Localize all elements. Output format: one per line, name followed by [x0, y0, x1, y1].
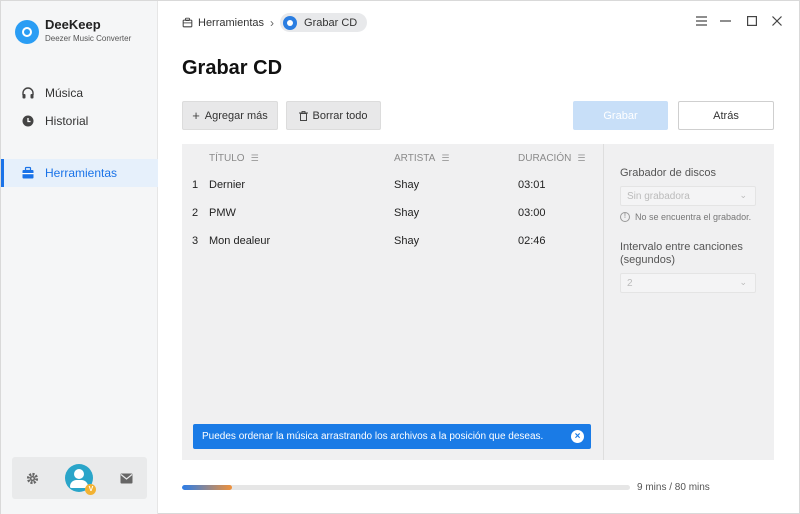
back-label: Atrás — [713, 109, 739, 122]
burn-label: Grabar — [603, 109, 638, 122]
interval-select-value: 2 — [627, 277, 633, 289]
column-header-label: ARTISTA — [394, 153, 436, 164]
chevron-down-icon: ⌄ — [739, 277, 747, 287]
row-number: 2 — [192, 207, 199, 219]
plus-icon: + — [192, 108, 200, 123]
brand: DeeKeep Deezer Music Converter — [15, 17, 131, 46]
row-number: 1 — [192, 179, 199, 191]
table-row[interactable]: 3 Mon dealeur Shay 02:46 — [182, 227, 602, 255]
burner-label: Grabador de discos — [620, 167, 716, 179]
clear-all-button[interactable]: Borrar todo — [286, 101, 381, 130]
menu-icon[interactable] — [694, 14, 708, 28]
interval-label: Intervalo entre canciones (segundos) — [620, 241, 743, 267]
sort-icon[interactable]: ☰ — [577, 153, 585, 164]
row-duration: 02:46 — [518, 235, 546, 247]
burner-warning: ! No se encuentra el grabador. — [620, 212, 751, 222]
gear-icon[interactable] — [25, 471, 39, 485]
sidebar: DeeKeep Deezer Music Converter Música Hi… — [1, 1, 158, 514]
table-row[interactable]: 2 PMW Shay 03:00 — [182, 199, 602, 227]
sidebar-item-label: Historial — [45, 114, 89, 128]
close-icon[interactable]: × — [571, 430, 584, 443]
row-duration: 03:01 — [518, 179, 546, 191]
app-subtitle: Deezer Music Converter — [45, 34, 132, 43]
back-button[interactable]: Atrás — [678, 101, 774, 130]
panel-divider — [603, 144, 604, 460]
avatar[interactable]: V — [65, 464, 97, 495]
column-header-duration[interactable]: DURACIÓN ☰ — [518, 153, 585, 164]
chevron-down-icon: ⌄ — [739, 190, 747, 200]
interval-select[interactable]: 2 ⌄ — [620, 273, 756, 293]
row-artist: Shay — [394, 235, 420, 247]
maximize-icon[interactable] — [745, 14, 759, 28]
breadcrumb-current: Grabar CD — [280, 13, 368, 32]
info-tip-banner: Puedes ordenar la música arrastrando los… — [193, 424, 591, 449]
burner-select-value: Sin grabadora — [627, 190, 690, 202]
sidebar-item-label: Música — [45, 86, 84, 100]
row-title: Mon dealeur — [209, 235, 271, 247]
trash-icon — [299, 110, 309, 121]
app-window: DeeKeep Deezer Music Converter Música Hi… — [0, 0, 800, 514]
track-panel: TÍTULO ☰ ARTISTA ☰ DURACIÓN ☰ 1 Dernier … — [182, 144, 774, 460]
column-header-title[interactable]: TÍTULO ☰ — [209, 153, 259, 164]
deekeep-logo-icon — [15, 19, 39, 44]
breadcrumb: Herramientas › Grabar CD — [182, 13, 368, 32]
vip-badge: V — [85, 484, 97, 495]
page-title: Grabar CD — [182, 57, 283, 79]
burner-select[interactable]: Sin grabadora ⌄ — [620, 186, 756, 206]
clear-all-label: Borrar todo — [312, 109, 368, 122]
breadcrumb-parent[interactable]: Herramientas — [198, 17, 264, 29]
column-header-label: TÍTULO — [209, 153, 245, 164]
cd-icon — [283, 15, 298, 30]
sidebar-item-musica[interactable]: Música — [1, 79, 158, 107]
toolbox-icon — [182, 17, 193, 28]
breadcrumb-separator: › — [270, 15, 275, 30]
close-icon[interactable] — [770, 14, 784, 28]
app-name: DeeKeep — [45, 17, 101, 32]
sidebar-bottom-bar: V — [12, 457, 147, 499]
row-duration: 03:00 — [518, 207, 546, 219]
minimize-icon[interactable] — [718, 14, 732, 28]
row-number: 3 — [192, 235, 199, 247]
sidebar-item-label: Herramientas — [45, 166, 118, 180]
row-artist: Shay — [394, 207, 420, 219]
sort-icon[interactable]: ☰ — [441, 153, 449, 164]
capacity-progress-bar — [182, 485, 630, 490]
headphones-icon — [21, 86, 35, 100]
sidebar-item-historial[interactable]: Historial — [1, 107, 158, 135]
mail-icon[interactable] — [120, 471, 134, 485]
table-row[interactable]: 1 Dernier Shay 03:01 — [182, 171, 602, 199]
row-title: Dernier — [209, 179, 246, 191]
capacity-progress-fill — [182, 485, 233, 490]
add-more-button[interactable]: + Agregar más — [182, 101, 278, 130]
burner-warning-text: No se encuentra el grabador. — [635, 212, 752, 222]
capacity-text: 9 mins / 80 mins — [637, 482, 710, 493]
row-title: PMW — [209, 207, 236, 219]
sidebar-item-herramientas[interactable]: Herramientas — [1, 159, 158, 187]
add-more-label: Agregar más — [204, 109, 268, 122]
interval-label-line: Intervalo entre canciones — [620, 241, 743, 253]
row-artist: Shay — [394, 179, 420, 191]
burn-button[interactable]: Grabar — [573, 101, 668, 130]
breadcrumb-current-label: Grabar CD — [304, 16, 358, 29]
clock-icon — [21, 114, 35, 128]
column-header-label: DURACIÓN — [518, 153, 572, 164]
interval-label-line: (segundos) — [620, 254, 676, 266]
info-icon: ! — [620, 212, 630, 222]
tip-text: Puedes ordenar la música arrastrando los… — [202, 431, 544, 442]
column-header-artist[interactable]: ARTISTA ☰ — [394, 153, 449, 164]
toolbox-icon — [21, 166, 35, 180]
sort-icon[interactable]: ☰ — [251, 153, 259, 164]
